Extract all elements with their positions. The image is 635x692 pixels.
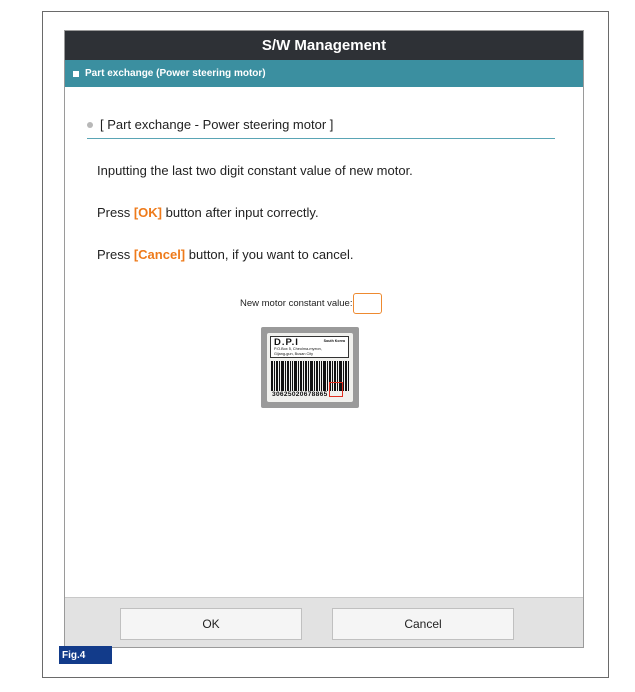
instruction-line-3: Press [Cancel] button, if you want to ca… [97,247,354,262]
section-title: [ Part exchange - Power steering motor ] [100,117,334,132]
cancel-highlight: [Cancel] [133,247,186,262]
ok-button[interactable]: OK [120,608,302,640]
barcode-number: 30625020678865 [272,391,328,398]
subheader-bar: Part exchange (Power steering motor) [65,60,583,87]
sw-management-window: S/W Management Part exchange (Power stee… [64,30,584,648]
section-header: [ Part exchange - Power steering motor ] [87,117,555,139]
constant-value-row: New motor constant value: [240,293,383,314]
figure-label: Fig.4 [59,646,112,664]
instruction-line-3-pre: Press [97,247,134,262]
constant-value-label: New motor constant value: [240,298,353,309]
constant-value-input[interactable] [353,293,383,314]
ok-highlight: [OK] [133,205,163,220]
button-bar: OK Cancel [65,597,583,647]
subheader-label: Part exchange (Power steering motor) [85,68,266,79]
motor-label-card: D.P.I South Korea P.O.Box 5, Cheolma-mye… [267,333,353,402]
instruction-line-2-pre: Press [97,205,134,220]
instruction-line-2: Press [OK] button after input correctly. [97,205,319,220]
manufacturer-address-2: Gijang-gun, Busan City [274,352,314,356]
constant-digits-highlight [329,382,343,397]
circle-bullet-icon [87,121,93,128]
instruction-line-1: Inputting the last two digit constant va… [97,163,413,178]
instruction-line-2-post: button after input correctly. [162,205,319,220]
square-bullet-icon [73,70,79,77]
manufacturer-box: D.P.I South Korea P.O.Box 5, Cheolma-mye… [270,336,349,358]
instruction-line-3-post: button, if you want to cancel. [185,247,354,262]
motor-label-photo: D.P.I South Korea P.O.Box 5, Cheolma-mye… [261,327,359,408]
manufacturer-country: South Korea [323,339,345,343]
window-title: S/W Management [65,31,583,60]
cancel-button[interactable]: Cancel [332,608,514,640]
manufacturer-address-1: P.O.Box 5, Cheolma-myeon, [274,347,322,351]
